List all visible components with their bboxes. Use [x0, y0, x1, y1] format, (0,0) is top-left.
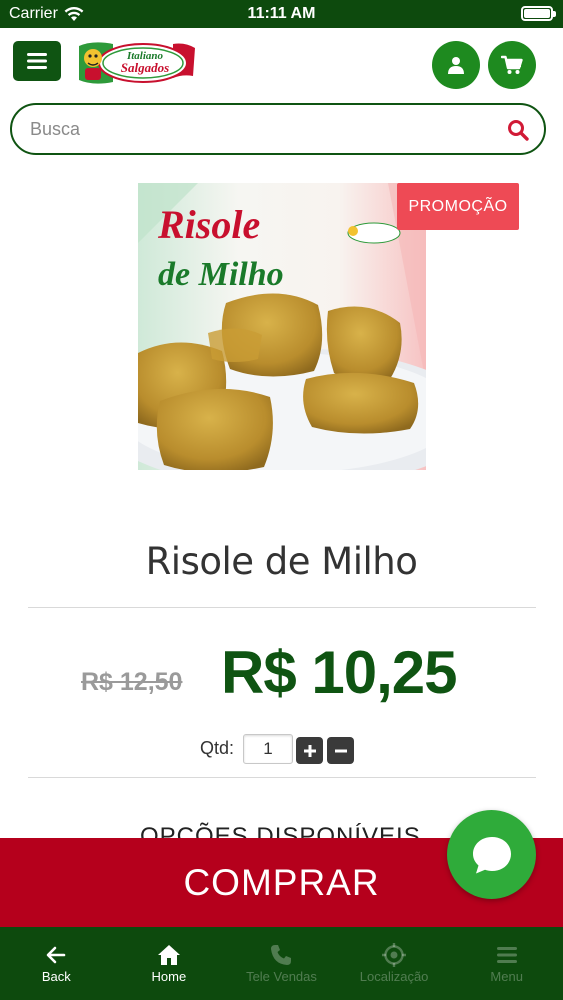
phone-icon [271, 945, 292, 965]
product-title: Risole de Milho [145, 540, 418, 583]
divider [28, 607, 536, 608]
search-icon[interactable] [506, 118, 530, 142]
tab-back[interactable]: Back [0, 927, 113, 1000]
tab-tele-vendas[interactable]: Tele Vendas [225, 927, 338, 1000]
location-icon [382, 943, 407, 967]
search-bar [10, 103, 546, 155]
divider [28, 777, 536, 778]
cart-icon [501, 55, 523, 74]
user-button[interactable] [432, 41, 480, 89]
quantity-input[interactable] [243, 734, 293, 764]
tab-label: Menu [490, 969, 523, 984]
menu-button[interactable] [13, 41, 61, 81]
image-caption-line2: de Milho [158, 256, 284, 293]
clock: 11:11 AM [247, 5, 316, 22]
tab-localizacao[interactable]: Localização [338, 927, 451, 1000]
arrow-left-icon [46, 946, 66, 964]
image-caption-line1: Risole [157, 202, 260, 247]
home-icon [157, 945, 180, 965]
svg-text:Salgados: Salgados [121, 60, 169, 75]
status-bar: Carrier 11:11 AM [0, 0, 563, 28]
chat-button[interactable] [447, 810, 536, 899]
tab-label: Tele Vendas [246, 969, 317, 984]
tab-menu[interactable]: Menu [450, 927, 563, 1000]
risole-photo: Risole de Milho [138, 183, 426, 470]
menu-icon [496, 947, 517, 963]
bottom-tab-bar: Back Home Tele Vendas Localização Menu [0, 927, 563, 1000]
quantity-increment-button[interactable] [296, 737, 323, 764]
quantity-label: Qtd: [200, 738, 235, 758]
quantity-decrement-button[interactable] [327, 737, 354, 764]
search-input[interactable] [30, 115, 490, 143]
brand-logo[interactable]: Italiano Salgados [73, 38, 199, 88]
chat-bubble-icon [472, 836, 511, 873]
cart-button[interactable] [488, 41, 536, 89]
battery-icon [521, 6, 556, 21]
promo-badge: PROMOÇÃO [397, 183, 519, 230]
hamburger-icon [27, 53, 47, 69]
minus-icon [334, 749, 347, 752]
old-price: R$ 12,50 [81, 668, 183, 696]
tab-label: Localização [359, 969, 429, 984]
user-icon [448, 57, 464, 74]
product-image[interactable]: Risole de Milho [138, 183, 426, 470]
tab-label: Home [151, 969, 187, 984]
plus-icon [303, 744, 316, 757]
current-price: R$ 10,25 [221, 639, 458, 706]
tab-label: Back [41, 969, 71, 984]
tab-home[interactable]: Home [113, 927, 226, 1000]
